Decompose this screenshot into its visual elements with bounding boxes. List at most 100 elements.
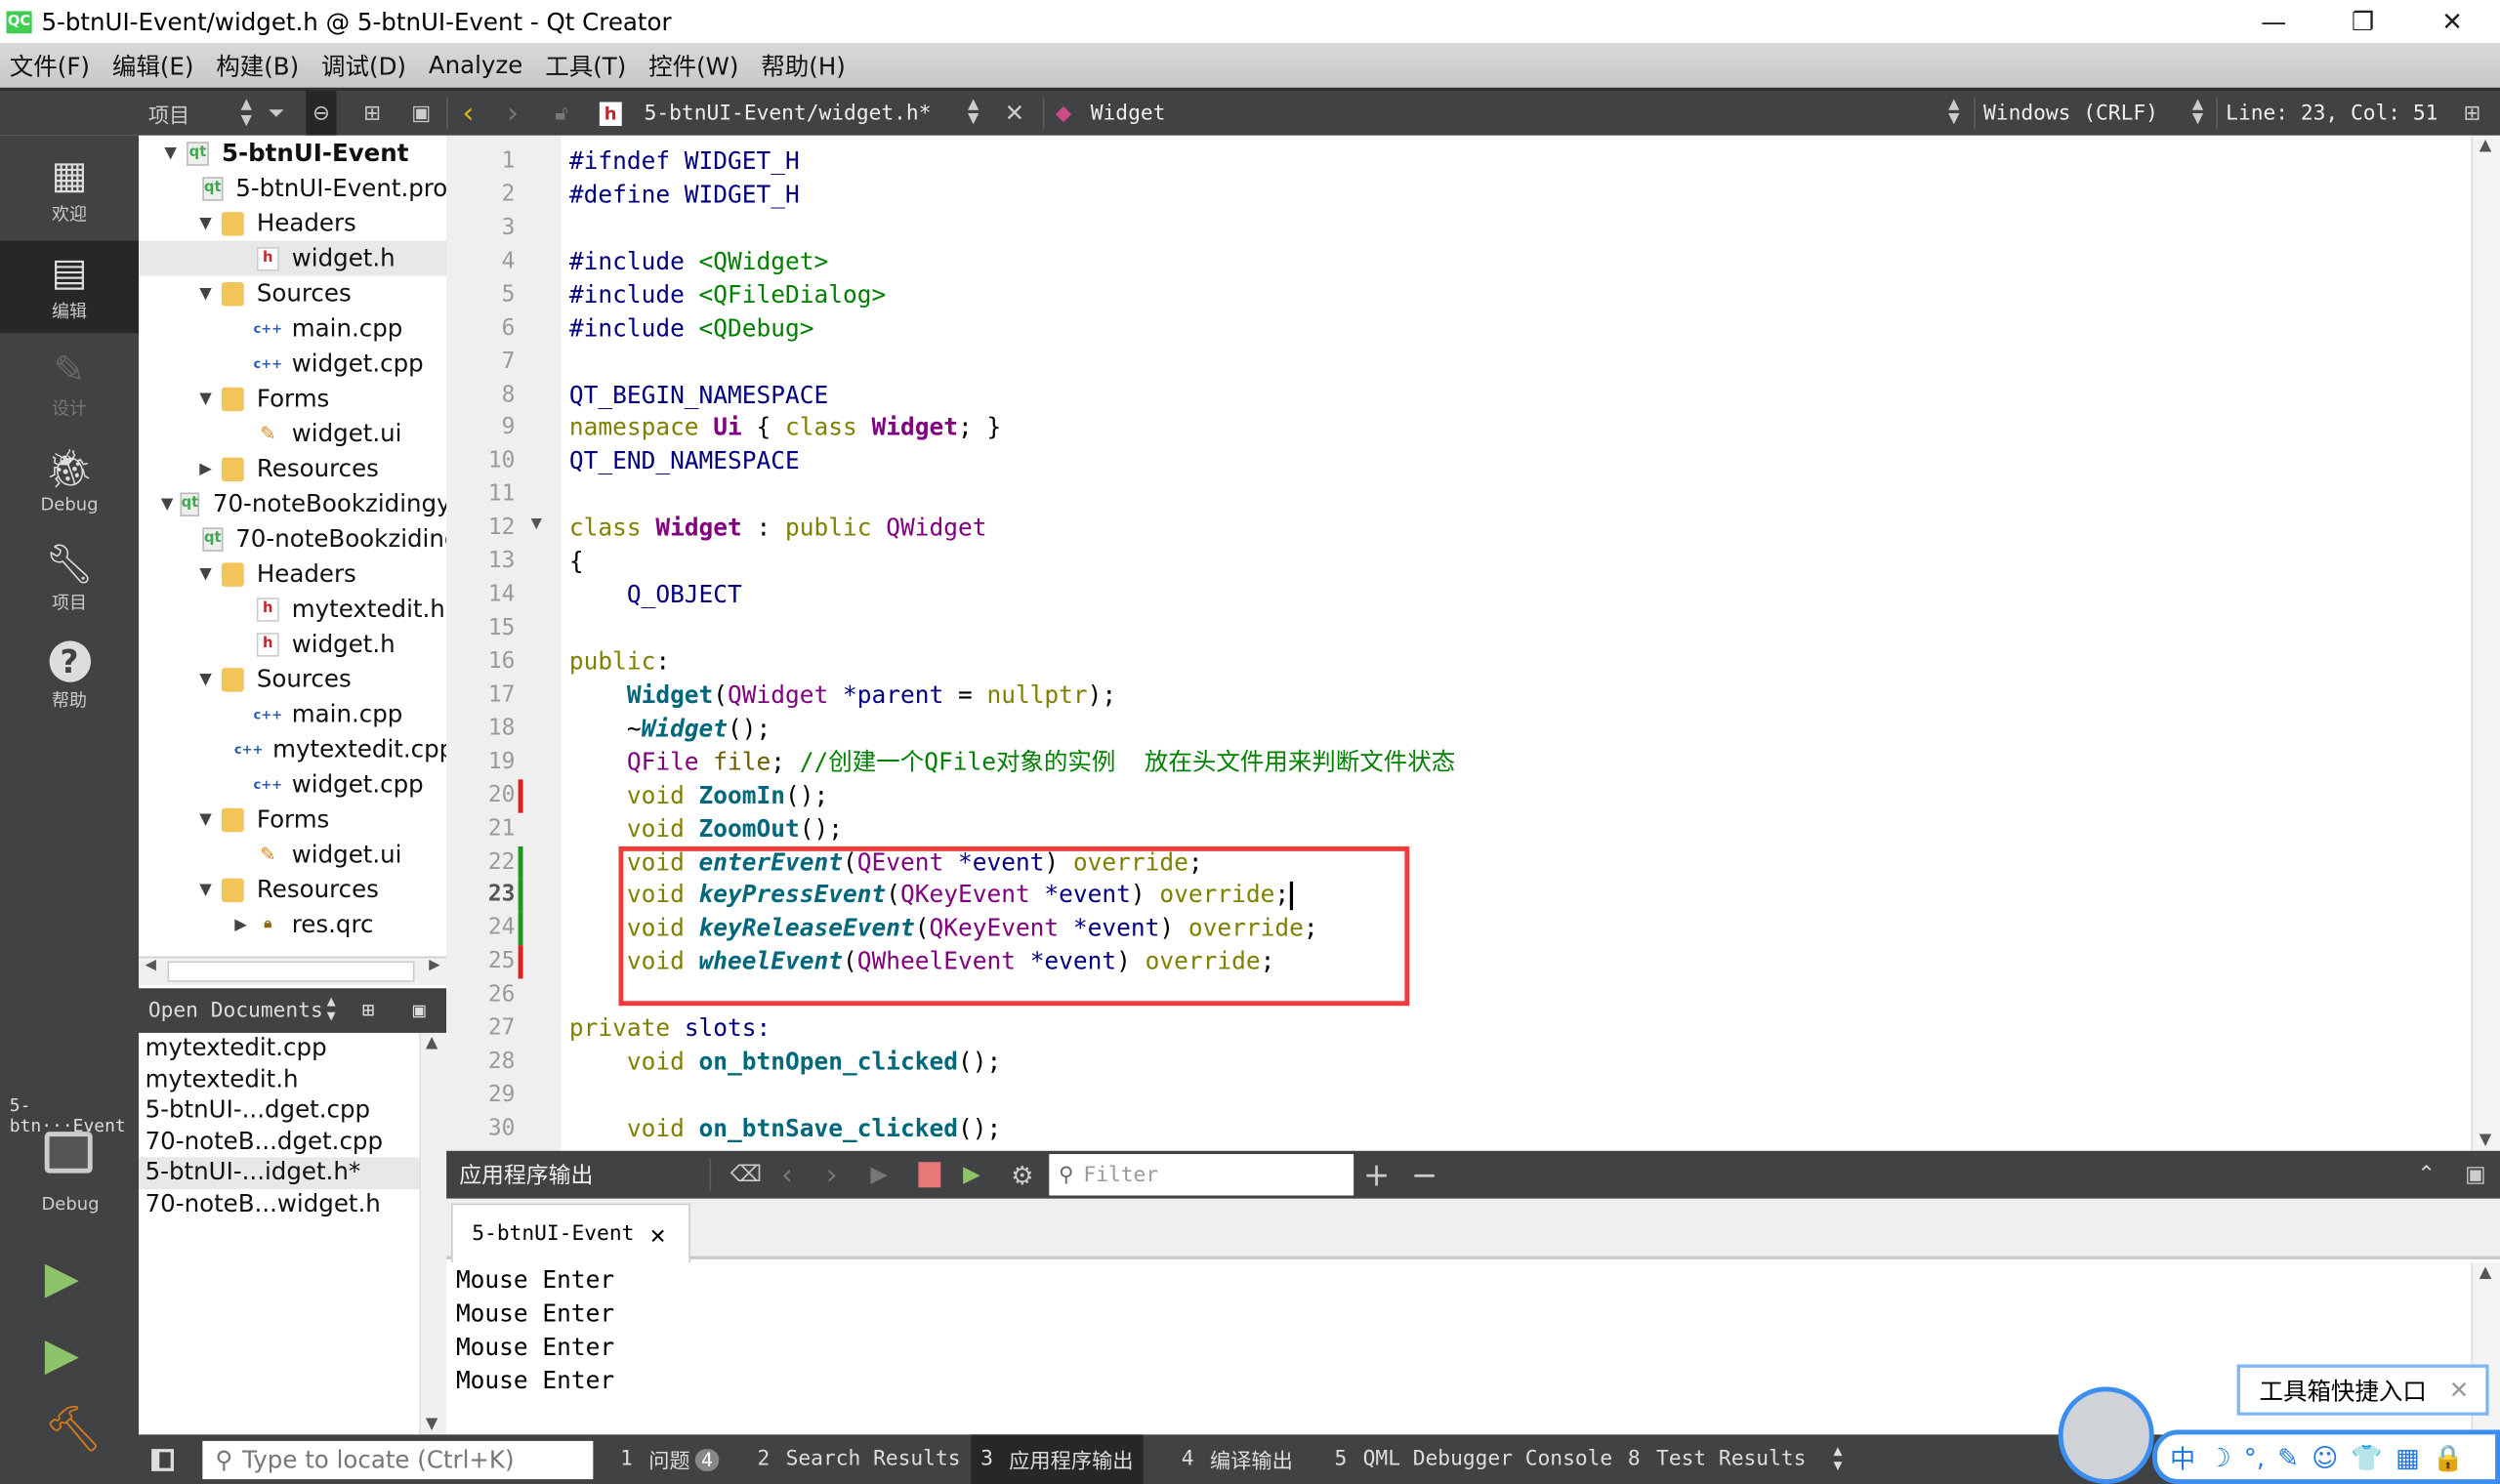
open-document-item[interactable]: 5-btnUI-...idget.h* — [139, 1157, 420, 1189]
code-line[interactable]: { — [569, 546, 584, 579]
pane-scroll-arrows-icon[interactable]: ▲ ▼ — [1834, 1434, 1843, 1484]
line-endings-selector[interactable]: Windows (CRLF) — [1983, 91, 2158, 136]
output-pane-button-3[interactable]: 3 应用程序输出 — [971, 1434, 1144, 1484]
collapsed-arrow-icon[interactable]: ▶ — [196, 460, 216, 477]
menu-item[interactable]: 工具(T) — [535, 49, 639, 82]
output-pane-button-1[interactable]: 1 问题 4 — [610, 1434, 729, 1484]
expanded-arrow-icon[interactable]: ▼ — [196, 881, 216, 898]
ime-icon[interactable]: ▦ — [2396, 1442, 2420, 1472]
open-document-item[interactable]: 5-btnUI-...dget.cpp — [139, 1095, 419, 1127]
code-line[interactable]: QFile file; //创建一个QFile对象的实例 放在头文件用来判断文件… — [569, 746, 1455, 779]
rerun-icon[interactable]: ▶ — [870, 1151, 888, 1199]
zoom-out-icon[interactable]: − — [1411, 1151, 1438, 1199]
tree-item[interactable]: qt 70-noteBookziding — [139, 521, 446, 556]
output-filter-input[interactable]: ⚲ Filter — [1049, 1154, 1354, 1196]
ime-toolbar[interactable]: 中 ☽ °, ✎ ☺ 👕 ▦ 🔒 — [2152, 1429, 2500, 1484]
code-line[interactable]: private slots: — [569, 1012, 771, 1046]
tree-item[interactable]: h widget.h — [139, 627, 446, 662]
document-selector[interactable]: 5-btnUI-Event/widget.h* — [645, 91, 932, 136]
split-editor-icon[interactable]: ⊞ — [2463, 91, 2480, 136]
open-documents-title[interactable]: Open Documents — [148, 999, 323, 1022]
ime-mascot-avatar[interactable] — [2058, 1386, 2154, 1484]
code-line[interactable]: #include <QFileDialog> — [569, 278, 886, 311]
toolbox-tooltip[interactable]: 工具箱快捷入口 ✕ — [2236, 1364, 2489, 1416]
close-document-icon[interactable]: ✕ — [1005, 91, 1025, 136]
tree-item[interactable]: ▼ qt 5-btnUI-Event — [139, 136, 446, 171]
editor-vertical-scrollbar[interactable]: ▲ ▼ — [2471, 135, 2500, 1151]
expanded-arrow-icon[interactable]: ▼ — [196, 565, 216, 583]
open-documents-scrollbar[interactable]: ▲ ▼ — [419, 1032, 447, 1435]
menu-item[interactable]: 控件(W) — [639, 49, 751, 82]
fold-arrow-icon[interactable]: ▼ — [531, 516, 542, 532]
tree-item[interactable]: ▼ Resources — [139, 872, 446, 907]
ime-icon[interactable]: ✎ — [2277, 1442, 2299, 1472]
expanded-arrow-icon[interactable]: ▼ — [161, 144, 181, 162]
menu-item[interactable]: 文件(F) — [0, 49, 103, 82]
forward-icon[interactable]: › — [507, 91, 519, 136]
build-hammer-icon[interactable]: 🔨︎ — [45, 1403, 102, 1456]
symbol-selector[interactable]: Widget — [1091, 91, 1166, 136]
expanded-arrow-icon[interactable]: ▼ — [196, 215, 216, 232]
close-icon[interactable]: ✕ — [2449, 1376, 2470, 1404]
tree-item[interactable]: c++ main.cpp — [139, 696, 446, 731]
debug-run-icon[interactable]: ▶ — [45, 1328, 79, 1381]
code-line[interactable]: ~Widget(); — [569, 712, 771, 745]
collapse-icon[interactable]: ▣ — [411, 91, 431, 136]
mode-edit[interactable]: ▤ 编辑 — [0, 240, 140, 334]
code-line[interactable]: class Widget : public QWidget — [569, 512, 987, 545]
code-line[interactable]: namespace Ui { class Widget; } — [569, 412, 1001, 445]
project-view-selector[interactable]: 项目 ▲ ▼ — [148, 91, 252, 136]
mode-grid[interactable]: ▦ 欢迎 — [0, 144, 139, 236]
open-document-item[interactable]: mytextedit.cpp — [139, 1033, 419, 1064]
code-line[interactable]: Q_OBJECT — [569, 579, 742, 612]
locator-input[interactable]: ⚲ Type to locate (Ctrl+K) — [202, 1440, 594, 1480]
code-line[interactable]: #include <QWidget> — [569, 245, 828, 278]
ime-icon[interactable]: °, — [2244, 1442, 2265, 1472]
back-icon[interactable]: ‹ — [462, 91, 474, 136]
application-output[interactable] — [446, 1262, 2472, 1435]
split-icon[interactable]: ⊞ — [362, 999, 375, 1022]
previous-icon[interactable]: ‹ — [781, 1151, 793, 1199]
collapsed-arrow-icon[interactable]: ▶ — [231, 916, 251, 933]
mode-bug[interactable]: 🐞︎ Debug — [0, 435, 139, 528]
ime-icon[interactable]: 中 — [2170, 1438, 2195, 1476]
split-icon[interactable]: ⊞ — [363, 91, 381, 136]
close-tab-icon[interactable]: ✕ — [650, 1218, 666, 1249]
close-pane-icon[interactable]: ▣ — [413, 999, 426, 1022]
expanded-arrow-icon[interactable]: ▼ — [161, 495, 174, 513]
mode-help[interactable]: ? 帮助 — [0, 630, 139, 722]
link-icon[interactable]: ⊖ — [306, 91, 337, 136]
tree-item[interactable]: h mytextedit.h — [139, 592, 446, 627]
tree-item[interactable]: ▼ Headers — [139, 206, 446, 241]
menu-item[interactable]: 帮助(H) — [752, 49, 858, 82]
filter-icon[interactable]: ⏷ — [268, 91, 284, 136]
mode-wrench[interactable]: 🔧︎ 项目 — [0, 532, 139, 625]
code-line[interactable]: void ZoomIn(); — [569, 779, 828, 812]
tree-item[interactable]: ▼ Sources — [139, 662, 446, 697]
clear-output-icon[interactable]: ⌫ — [730, 1151, 762, 1199]
tree-item[interactable]: c++ main.cpp — [139, 310, 446, 346]
open-document-item[interactable]: 70-noteB...widget.h — [139, 1189, 419, 1220]
output-pane-button-4[interactable]: 4 编译输出 — [1172, 1434, 1303, 1484]
tree-horizontal-scrollbar[interactable]: ◀ ▶ — [139, 956, 447, 985]
open-document-item[interactable]: mytextedit.h — [139, 1064, 419, 1095]
tree-item[interactable]: ▼ Forms — [139, 381, 446, 416]
tree-item[interactable]: ▼ qt 70-noteBookzidingyi- — [139, 486, 446, 521]
output-pane-button-5[interactable]: 5 QML Debugger Console — [1325, 1434, 1622, 1484]
code-line[interactable]: Widget(QWidget *parent = nullptr); — [569, 679, 1116, 712]
toggle-sidebar-icon[interactable] — [151, 1434, 174, 1484]
menu-item[interactable]: 调试(D) — [312, 49, 419, 82]
next-icon[interactable]: › — [826, 1151, 838, 1199]
tree-item[interactable]: h widget.h — [139, 240, 447, 276]
code-line[interactable]: void on_btnSave_clicked(); — [569, 1113, 1001, 1146]
expanded-arrow-icon[interactable]: ▼ — [196, 671, 216, 688]
menu-item[interactable]: 编辑(E) — [103, 49, 206, 82]
maximize-pane-icon[interactable]: ⌃ — [2417, 1151, 2436, 1199]
output-tab[interactable]: 5-btnUI-Event ✕ — [451, 1203, 690, 1263]
stop-icon[interactable] — [918, 1151, 941, 1199]
kit-project-label[interactable]: 5-btn···Event — [10, 1095, 139, 1136]
code-line[interactable]: QT_END_NAMESPACE — [569, 445, 800, 478]
tree-item[interactable]: c++ mytextedit.cpp — [139, 731, 446, 766]
mode-pencil[interactable]: ✎ 设计 — [0, 338, 139, 431]
code-line[interactable]: public: — [569, 645, 670, 679]
